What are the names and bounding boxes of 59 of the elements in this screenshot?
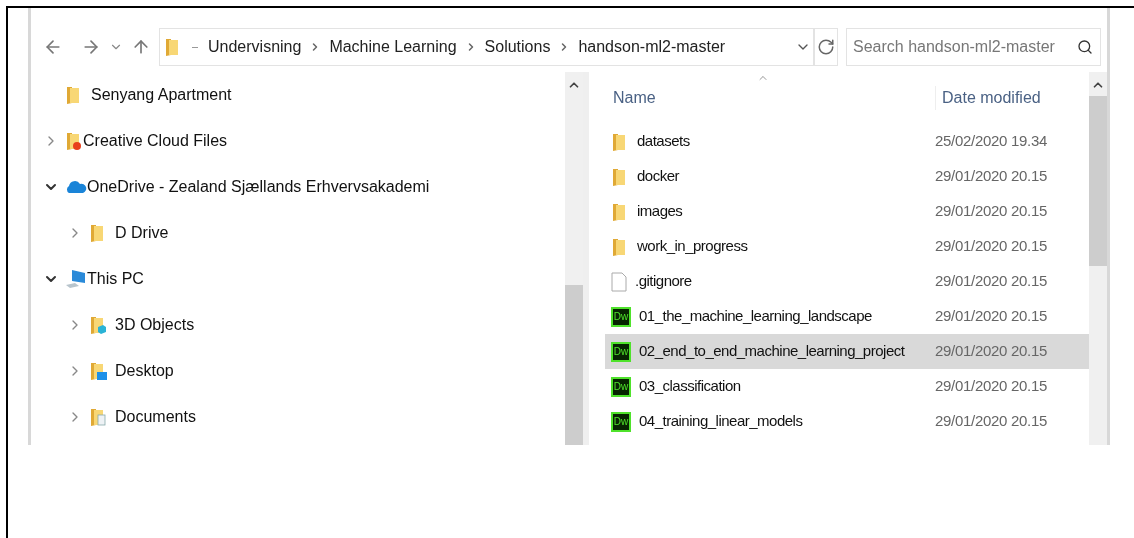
file-name: docker bbox=[637, 166, 680, 187]
date-modified: 29/01/2020 20.15 bbox=[934, 411, 1047, 432]
tree-item[interactable]: Creative Cloud Files bbox=[83, 129, 228, 153]
file-name: 04_training_linear_models bbox=[639, 411, 803, 432]
file-row[interactable]: Dw 04_training_linear_models 29/01/2020 20.15 bbox=[605, 404, 1089, 439]
date-modified: 29/01/2020 20.15 bbox=[934, 376, 1047, 397]
file-row[interactable]: images 29/01/2020 20.15 bbox=[605, 194, 1089, 229]
date-modified: 29/01/2020 20.15 bbox=[934, 271, 1047, 292]
computer-icon bbox=[65, 269, 87, 289]
breadcrumb[interactable]: Machine Learning bbox=[329, 35, 457, 59]
refresh-icon bbox=[817, 38, 835, 56]
date-modified: 29/01/2020 20.15 bbox=[934, 236, 1047, 257]
column-header[interactable]: Name bbox=[607, 86, 935, 110]
refresh-button[interactable] bbox=[814, 28, 838, 66]
tree-item[interactable]: Senyang Apartment bbox=[91, 83, 232, 107]
file-row[interactable]: work_in_progress 29/01/2020 20.15 bbox=[605, 229, 1089, 264]
file-row[interactable]: Dw 01_the_machine_learning_landscape 29/01/2020 20.15 bbox=[605, 299, 1089, 334]
tree-item[interactable]: D Drive bbox=[115, 221, 169, 245]
breadcrumb[interactable]: Solutions bbox=[484, 35, 551, 59]
tree-item[interactable]: This PC bbox=[87, 267, 144, 291]
file-name: 03_classification bbox=[639, 376, 741, 397]
breadcrumb[interactable]: Undervisning bbox=[208, 35, 302, 59]
tree-item[interactable]: OneDrive - Zealand Sjællands Erhvervsakademi bbox=[87, 175, 430, 199]
file-name: datasets bbox=[637, 131, 690, 152]
scrollbar[interactable] bbox=[565, 72, 583, 445]
date-modified: 29/01/2020 20.15 bbox=[934, 306, 1047, 327]
folder-icon bbox=[89, 315, 107, 335]
app-file-icon: Dw bbox=[611, 341, 631, 362]
folder-icon bbox=[89, 407, 107, 427]
breadcrumb[interactable]: handson-ml2-master bbox=[578, 35, 726, 59]
cloud-icon bbox=[65, 180, 87, 194]
date-modified: 29/01/2020 20.15 bbox=[934, 201, 1047, 222]
search-icon bbox=[1077, 39, 1093, 55]
app-file-icon: Dw bbox=[611, 411, 631, 432]
file-name: images bbox=[637, 201, 683, 222]
file-row[interactable]: Dw 03_classification 29/01/2020 20.15 bbox=[605, 369, 1089, 404]
app-file-icon: Dw bbox=[611, 306, 631, 327]
folder-icon bbox=[65, 131, 83, 151]
folder-icon bbox=[89, 361, 107, 381]
tree-item[interactable]: 3D Objects bbox=[115, 313, 195, 337]
app-file-icon: Dw bbox=[611, 376, 631, 397]
tree-item[interactable]: Documents bbox=[115, 405, 196, 429]
file-name: work_in_progress bbox=[637, 236, 748, 257]
date-modified: 29/01/2020 20.15 bbox=[934, 341, 1047, 362]
scrollbar[interactable] bbox=[1089, 72, 1107, 445]
file-icon bbox=[611, 271, 627, 292]
file-row[interactable]: Dw 02_end_to_end_machine_learning_project 29/01/2020 20.15 bbox=[605, 334, 1089, 369]
search-field[interactable]: Search handson-ml2-master bbox=[846, 28, 1101, 66]
file-row[interactable]: datasets 25/02/2020 19.34 bbox=[605, 124, 1089, 159]
file-name: 01_the_machine_learning_landscape bbox=[639, 306, 872, 327]
tree-item[interactable]: Desktop bbox=[115, 359, 174, 383]
date-modified: 29/01/2020 20.15 bbox=[934, 166, 1047, 187]
file-name: .gitignore bbox=[635, 271, 692, 292]
date-modified: 25/02/2020 19.34 bbox=[934, 131, 1047, 152]
file-row[interactable]: docker 29/01/2020 20.15 bbox=[605, 159, 1089, 194]
file-name: 02_end_to_end_machine_learning_project bbox=[639, 341, 905, 362]
column-header[interactable]: Date modified bbox=[935, 86, 1041, 110]
address-bar[interactable]: Undervisning Machine Learning Solutions handson-ml2-master bbox=[159, 28, 814, 66]
file-row[interactable]: .gitignore 29/01/2020 20.15 bbox=[605, 264, 1089, 299]
